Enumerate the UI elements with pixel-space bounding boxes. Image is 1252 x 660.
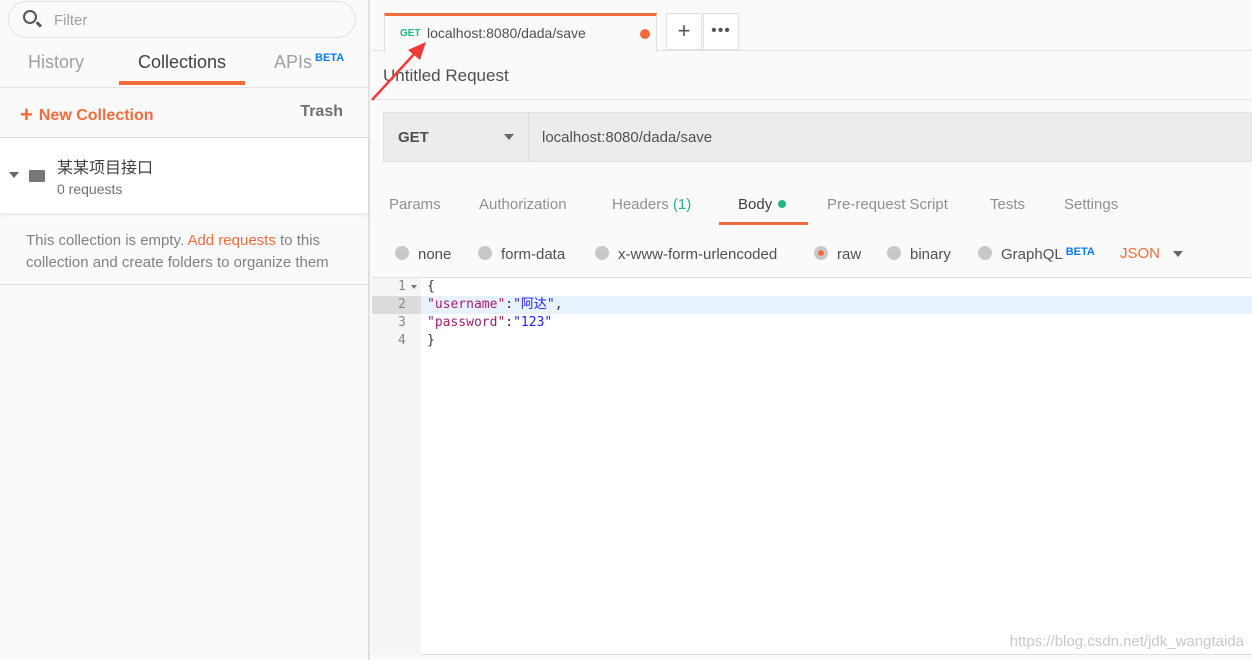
- add-requests-link[interactable]: Add requests: [187, 232, 275, 249]
- radio-urlencoded[interactable]: x-www-form-urlencoded: [595, 246, 777, 263]
- radio-icon: [978, 246, 992, 260]
- fold-caret-icon[interactable]: [411, 285, 417, 289]
- radio-form-data[interactable]: form-data: [478, 246, 565, 263]
- code-text: "password":"123": [427, 314, 552, 332]
- tab-params[interactable]: Params: [389, 196, 441, 213]
- code-text: }: [427, 333, 435, 348]
- collection-actions: + New Collection Trash: [0, 88, 368, 138]
- radio-raw[interactable]: raw: [814, 246, 861, 263]
- url-input[interactable]: localhost:8080/dada/save: [542, 129, 712, 146]
- radio-label: x-www-form-urlencoded: [618, 246, 778, 263]
- json-key: "username": [427, 297, 506, 312]
- more-icon[interactable]: •••: [703, 13, 739, 50]
- beta-badge: BETA: [1065, 246, 1095, 258]
- new-collection-button[interactable]: + New Collection: [20, 102, 154, 128]
- json-colon: :: [505, 297, 514, 312]
- request-title[interactable]: Untitled Request: [383, 66, 509, 86]
- radio-label: form-data: [501, 246, 566, 263]
- folder-icon: [29, 170, 45, 182]
- active-tab-indicator: [719, 222, 808, 225]
- tab-method: GET: [400, 28, 421, 39]
- tab-apis-label: APIs: [274, 52, 313, 72]
- radio-icon: [478, 246, 492, 260]
- divider: [372, 99, 1252, 100]
- chevron-down-icon[interactable]: [1173, 251, 1183, 257]
- method-select[interactable]: GET: [384, 113, 529, 161]
- json-key: "password": [427, 315, 506, 330]
- chevron-down-icon: [504, 134, 514, 140]
- empty-collection-message: This collection is empty. Add requests t…: [0, 213, 368, 285]
- radio-label: none: [418, 246, 452, 263]
- json-comma: ,: [554, 297, 563, 312]
- radio-icon: [395, 246, 409, 260]
- radio-binary[interactable]: binary: [887, 246, 951, 263]
- radio-none[interactable]: none: [395, 246, 451, 263]
- code-text: {: [427, 279, 435, 294]
- line-number: 3: [398, 315, 406, 330]
- json-value: "阿达": [513, 297, 555, 312]
- tab-tests[interactable]: Tests: [990, 196, 1025, 213]
- filter-input[interactable]: Filter: [8, 1, 356, 38]
- tab-prerequest-script[interactable]: Pre-request Script: [827, 196, 948, 213]
- active-tab-indicator: [119, 81, 245, 85]
- search-icon: [23, 10, 37, 24]
- format-select[interactable]: JSON: [1120, 245, 1160, 262]
- tab-url: localhost:8080/dada/save: [427, 25, 586, 41]
- request-tab[interactable]: GET localhost:8080/dada/save: [384, 13, 657, 52]
- tab-history[interactable]: History: [28, 52, 84, 73]
- caret-down-icon[interactable]: [9, 172, 19, 178]
- sidebar: Filter History Collections APIs BETA + New…: [0, 0, 370, 660]
- trash-button[interactable]: Trash: [300, 103, 343, 121]
- code-line: 4}: [372, 332, 1252, 350]
- request-tabbar: GET localhost:8080/dada/save + •••: [372, 0, 1252, 52]
- new-collection-label: New Collection: [38, 107, 154, 124]
- tab-authorization[interactable]: Authorization: [479, 196, 567, 213]
- status-dot-icon: [778, 200, 787, 208]
- line-number: 2: [372, 296, 421, 314]
- radio-icon: [887, 246, 901, 260]
- request-panel: GET localhost:8080/dada/save + ••• Untit…: [372, 0, 1252, 660]
- radio-label: binary: [910, 246, 951, 263]
- plus-icon: +: [20, 102, 33, 127]
- code-editor[interactable]: 1{ 2 "username":"阿达", 3 "password":"123" 4…: [372, 277, 1252, 655]
- headers-count: (1): [672, 196, 692, 213]
- radio-label: GraphQL: [1001, 246, 1063, 263]
- watermark: https://blog.csdn.net/jdk_wangtaida: [1009, 633, 1244, 650]
- beta-badge: BETA: [315, 52, 345, 64]
- tab-settings[interactable]: Settings: [1064, 196, 1118, 213]
- new-tab-button[interactable]: +: [666, 13, 702, 50]
- tab-apis[interactable]: APIs BETA: [274, 52, 344, 73]
- radio-selected-icon: [814, 246, 828, 260]
- code-line: 2 "username":"阿达",: [372, 296, 1252, 314]
- code-text: "username":"阿达",: [427, 296, 563, 314]
- radio-label: raw: [837, 246, 862, 263]
- radio-graphql[interactable]: GraphQL BETA: [978, 246, 1095, 263]
- code-line: 3 "password":"123": [372, 314, 1252, 332]
- tab-headers[interactable]: Headers (1): [612, 196, 691, 213]
- collection-name: 某某项目接口: [57, 158, 154, 177]
- collection-item[interactable]: 某某项目接口 0 requests: [0, 138, 368, 213]
- empty-text: This collection is empty.: [26, 232, 188, 249]
- collection-count: 0 requests: [57, 181, 123, 197]
- tab-collections[interactable]: Collections: [138, 52, 226, 73]
- body-label: Body: [738, 196, 773, 213]
- url-bar: GET localhost:8080/dada/save: [383, 112, 1252, 162]
- json-value: "123": [513, 315, 553, 330]
- method-label: GET: [398, 129, 429, 146]
- headers-label: Headers: [612, 196, 669, 213]
- unsaved-dot-icon: [640, 29, 650, 39]
- filter-placeholder: Filter: [54, 12, 88, 29]
- line-number: 4: [398, 333, 406, 348]
- tab-body[interactable]: Body: [738, 196, 787, 213]
- code-line: 1{: [372, 278, 1252, 296]
- json-colon: :: [505, 315, 514, 330]
- radio-icon: [595, 246, 609, 260]
